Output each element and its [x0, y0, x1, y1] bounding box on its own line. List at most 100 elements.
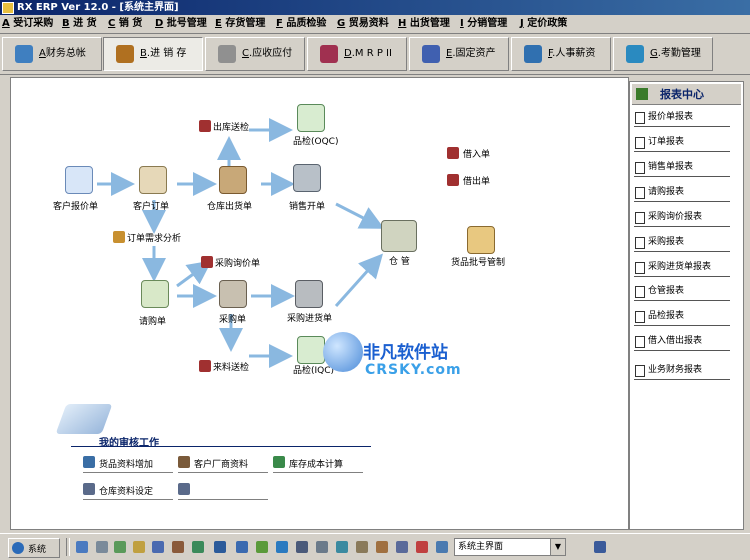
- report-center-header: 报表中心: [632, 84, 741, 105]
- blank-task-icon[interactable]: [178, 483, 190, 495]
- report-item-borrow[interactable]: 借入借出报表: [634, 334, 730, 351]
- audit-item-goods-add[interactable]: 货品资料增加: [99, 457, 153, 470]
- cost-calc-icon[interactable]: [273, 456, 285, 468]
- toolbar-group-icon[interactable]: [172, 541, 184, 553]
- menu-item-h[interactable]: H 出货管理: [398, 17, 450, 31]
- sales-register-icon[interactable]: [293, 164, 321, 192]
- report-page-icon: [635, 262, 645, 274]
- arrow-sales-to-warehouse: [335, 202, 385, 229]
- batch-control-label[interactable]: 货品批号管制: [451, 255, 505, 268]
- iqc-inspection-icon[interactable]: [297, 336, 325, 364]
- borrow-out-icon[interactable]: [447, 174, 459, 186]
- requisition-icon[interactable]: [141, 280, 169, 308]
- module-button-attendance[interactable]: G.考勤管理: [613, 37, 713, 71]
- toolbar-help-icon[interactable]: [236, 541, 248, 553]
- toolbar-print-icon[interactable]: [396, 541, 408, 553]
- sales-invoice-label[interactable]: 销售开单: [289, 199, 325, 212]
- toolbar-folder-icon[interactable]: [376, 541, 388, 553]
- customer-vendor-icon[interactable]: [178, 456, 190, 468]
- toolbar-exit-icon[interactable]: [594, 541, 606, 553]
- watermark-line2: CRSKY.com: [365, 362, 462, 378]
- toolbar-archive-icon[interactable]: [356, 541, 368, 553]
- menu-item-g[interactable]: G 贸易资料: [337, 17, 389, 31]
- oqc-inspection-icon[interactable]: [297, 104, 325, 132]
- purchase-inquiry-icon[interactable]: [201, 256, 213, 268]
- audit-item-cost-calc[interactable]: 库存成本计算: [289, 457, 343, 470]
- report-page-icon: [635, 336, 645, 348]
- toolbar-chart-icon[interactable]: [336, 541, 348, 553]
- toolbar-grid-icon[interactable]: [436, 541, 448, 553]
- borrow-out-label[interactable]: 借出单: [463, 174, 490, 187]
- purchase-order-icon[interactable]: [219, 280, 247, 308]
- purchase-order-label[interactable]: 采购单: [219, 312, 246, 325]
- order-icon[interactable]: [139, 166, 167, 194]
- audit-item-customer-vendor[interactable]: 客户厂商资料: [194, 457, 248, 470]
- batch-control-icon[interactable]: [467, 226, 495, 254]
- purchase-receipt-label[interactable]: 采购进货单: [287, 311, 332, 324]
- toolbar-copy-icon[interactable]: [114, 541, 126, 553]
- menu-item-i[interactable]: I 分销管理: [460, 17, 507, 31]
- toolbar-y-icon[interactable]: [256, 541, 268, 553]
- outbound-inspection-icon[interactable]: [199, 120, 211, 132]
- system-button[interactable]: 系统: [8, 538, 60, 558]
- module-button-receivables[interactable]: C.应收应付: [205, 37, 305, 71]
- module-button-mrp[interactable]: D.M R P II: [307, 37, 407, 71]
- toolbar-user-icon[interactable]: [152, 541, 164, 553]
- toolbar-monitor-icon[interactable]: [316, 541, 328, 553]
- window-select[interactable]: 系统主界面 ▼: [454, 538, 566, 556]
- report-item-quote[interactable]: 报价单报表: [634, 110, 730, 127]
- customer-quote-label[interactable]: 客户报价单: [53, 199, 98, 212]
- menu-item-f[interactable]: F 品质检验: [276, 17, 326, 31]
- toolbar-flag-icon[interactable]: [416, 541, 428, 553]
- module-button-inventory[interactable]: B.进 销 存: [103, 37, 203, 71]
- report-item-inspection[interactable]: 品检报表: [634, 309, 730, 326]
- menu-item-c[interactable]: C 销 货: [108, 17, 142, 31]
- report-item-purchase[interactable]: 采购报表: [634, 235, 730, 252]
- warehouse-label[interactable]: 仓 管: [389, 254, 410, 267]
- report-item-purchase-receipt[interactable]: 采购进货单报表: [634, 260, 730, 277]
- menu-item-d[interactable]: D 批号管理: [155, 17, 207, 31]
- toolbar-people-icon[interactable]: [76, 541, 88, 553]
- demand-analysis-icon[interactable]: [113, 231, 125, 243]
- menu-item-j[interactable]: J 定价政策: [520, 17, 567, 31]
- requisition-label[interactable]: 请购单: [139, 314, 166, 327]
- warehouse-delivery-label[interactable]: 仓库出货单: [207, 199, 252, 212]
- menu-item-e[interactable]: E 存货管理: [215, 17, 265, 31]
- incoming-inspection-icon[interactable]: [199, 360, 211, 372]
- module-button-finance[interactable]: A财务总帐: [2, 37, 102, 71]
- report-item-purchase-inquiry[interactable]: 采购询价报表: [634, 210, 730, 227]
- outbound-inspection-label[interactable]: 出库送检: [213, 120, 249, 133]
- toolbar-info-icon[interactable]: [276, 541, 288, 553]
- toolbar-arrow-icon[interactable]: [192, 541, 204, 553]
- purchase-inquiry-label[interactable]: 采购询价单: [215, 256, 260, 269]
- report-item-requisition[interactable]: 请购报表: [634, 185, 730, 202]
- module-button-hr-payroll[interactable]: F.人事薪资: [511, 37, 611, 71]
- gears-icon: [320, 45, 338, 63]
- report-item-sales[interactable]: 销售单报表: [634, 160, 730, 177]
- toolbar-text-icon[interactable]: [96, 541, 108, 553]
- menu-item-b[interactable]: B 进 货: [62, 17, 97, 31]
- menu-item-a[interactable]: A 受订采购: [2, 17, 53, 31]
- incoming-inspection-label[interactable]: 来料送检: [213, 360, 249, 373]
- goods-add-icon[interactable]: [83, 456, 95, 468]
- module-button-fixed-assets[interactable]: E.固定资产: [409, 37, 509, 71]
- toolbar-note-icon[interactable]: [133, 541, 145, 553]
- customer-order-label[interactable]: 客户订单: [133, 199, 169, 212]
- borrow-in-icon[interactable]: [447, 147, 459, 159]
- toolbar-paragraph-icon[interactable]: [214, 541, 226, 553]
- order-demand-analysis-label[interactable]: 订单需求分析: [127, 231, 181, 244]
- borrow-in-label[interactable]: 借入单: [463, 147, 490, 160]
- report-item-business-finance[interactable]: 业务财务报表: [634, 363, 730, 380]
- quote-document-icon[interactable]: [65, 166, 93, 194]
- report-item-order[interactable]: 订单报表: [634, 135, 730, 152]
- warehouse-setup-icon[interactable]: [83, 483, 95, 495]
- report-item-warehouse[interactable]: 仓管报表: [634, 284, 730, 301]
- oqc-inspection-label[interactable]: 品检(OQC): [293, 134, 338, 147]
- warehouse-delivery-icon[interactable]: [219, 166, 247, 194]
- audit-item-warehouse-setup[interactable]: 仓库资料设定: [99, 484, 153, 497]
- chevron-down-icon[interactable]: ▼: [550, 539, 565, 555]
- purchase-receipt-icon[interactable]: [295, 280, 323, 308]
- report-center-title: 报表中心: [660, 88, 704, 101]
- warehouse-boxes-icon[interactable]: [381, 220, 417, 252]
- toolbar-window-icon[interactable]: [296, 541, 308, 553]
